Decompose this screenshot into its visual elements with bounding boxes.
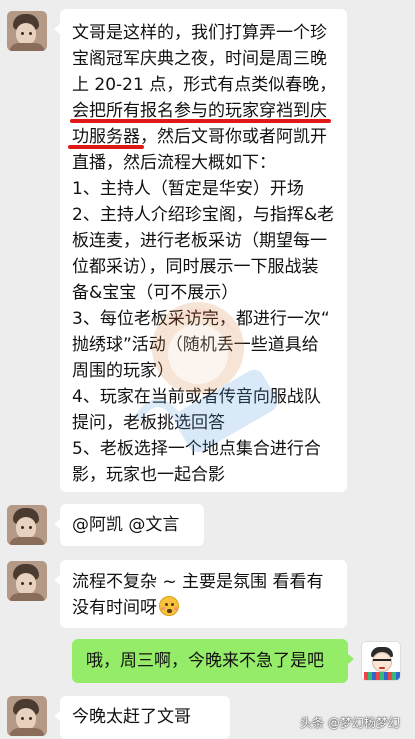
message-text: ，然后文哥你或者阿凯开 — [140, 127, 327, 147]
avatar-self[interactable] — [361, 641, 401, 681]
message-line: 提问，老板挑选回答 — [72, 413, 225, 433]
message-line: 备&宝宝（可不展示） — [72, 283, 239, 303]
message-line: 位都采访），同时展示一下服战装 — [72, 257, 319, 277]
message-line: 4、玩家在当前或者传音向服战队 — [72, 387, 321, 407]
watermark-text: 头条 @梦幻杨梦幻 — [300, 716, 400, 730]
message-line: 影，玩家也一起合影 — [72, 465, 225, 485]
message-line: 周围的玩家） — [72, 361, 174, 381]
message-line: 板连麦，进行老板采访（期望每一 — [72, 231, 327, 251]
message-bubble-self[interactable]: 哦，周三啊，今晚来不急了是吧 — [72, 639, 354, 683]
message-bubble[interactable]: 今晚太赶了文哥 — [54, 696, 230, 739]
message-line: 直播，然后流程大概如下： — [72, 153, 276, 173]
message-line: 会把所有报名参与的玩家穿裆到庆 — [72, 98, 339, 124]
message-line: 功服务器，然后文哥你或者阿凯开 — [72, 124, 339, 150]
message-line: 宝阁冠军庆典之夜，时间是周三晚 — [72, 49, 327, 69]
message-text: @阿凯 @文言 — [72, 515, 180, 535]
message-bubble[interactable]: @阿凯 @文言 — [54, 504, 204, 546]
message-text: 今晚太赶了文哥 — [72, 707, 191, 727]
avatar[interactable] — [7, 561, 47, 601]
avatar[interactable] — [7, 505, 47, 545]
avatar[interactable] — [7, 696, 47, 736]
message-line: 5、老板选择一个地点集合进行合 — [72, 439, 321, 459]
message-line: 1、主持人（暂定是华安）开场 — [72, 179, 304, 199]
message-line: 上 20-21 点，形式有点类似春晚， — [72, 75, 337, 95]
message-line: 2、主持人介绍珍宝阁，与指挥&老 — [72, 205, 335, 225]
message-bubble[interactable]: 文哥是这样的，我们打算弄一个珍 宝阁冠军庆典之夜，时间是周三晚 上 20-21 … — [54, 9, 347, 492]
underlined-text: 功服务器 — [72, 127, 140, 147]
message-line: 没有时间呀 — [72, 595, 341, 621]
avatar[interactable] — [7, 11, 47, 51]
message-line: 抛绣球”活动（随机丢一些道具给 — [72, 335, 319, 355]
message-text: 没有时间呀 — [72, 598, 157, 618]
blushing-face-emoji-icon — [159, 596, 179, 616]
message-text: 哦，周三啊，今晚来不急了是吧 — [86, 651, 324, 671]
underlined-text: 会把所有报名参与的玩家穿裆到庆 — [72, 101, 327, 121]
message-line: 3、每位老板采访完，都进行一次“ — [72, 309, 330, 329]
message-line: 文哥是这样的，我们打算弄一个珍 — [72, 23, 327, 43]
message-bubble[interactable]: 流程不复杂 ~ 主要是氛围 看看有 没有时间呀 — [54, 560, 347, 628]
message-line: 流程不复杂 ~ 主要是氛围 看看有 — [72, 572, 324, 592]
